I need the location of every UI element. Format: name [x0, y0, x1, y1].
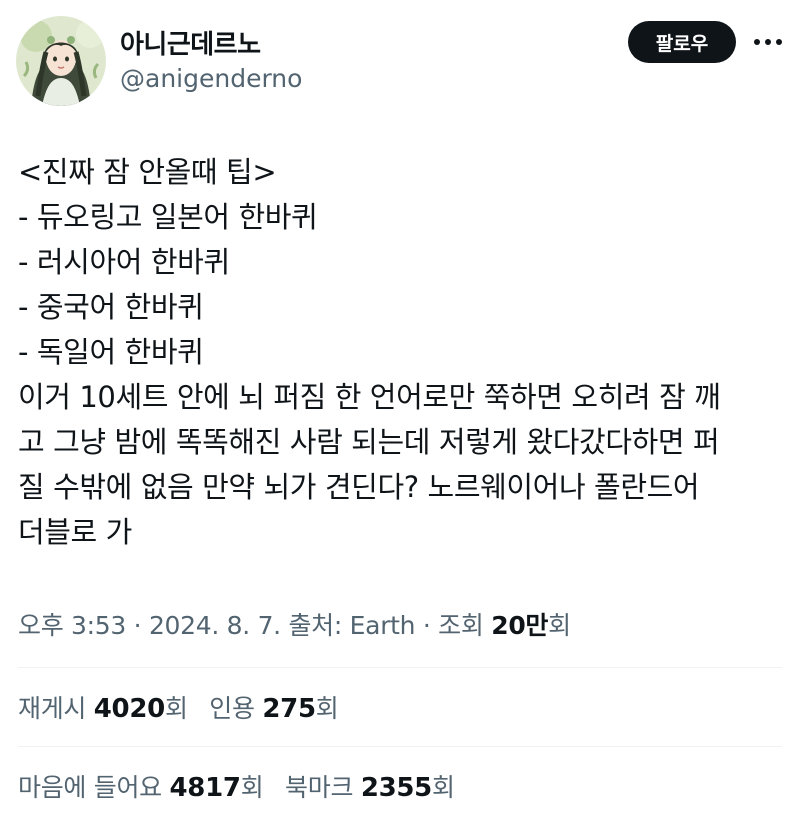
follow-button[interactable]: 팔로우 [628, 21, 736, 63]
bookmarks-suffix: 회 [431, 773, 455, 802]
meta-separator: · [126, 611, 149, 640]
author-display-name[interactable]: 아니근데르노 [120, 24, 261, 61]
views-label: 조회 [438, 611, 484, 640]
likes-suffix: 회 [240, 773, 264, 802]
views-suffix: 회 [548, 611, 571, 640]
bookmarks-label: 북마크 [285, 773, 354, 802]
quotes-count: 275 [262, 694, 316, 724]
bookmarks-stat[interactable]: 북마크 2355회 [285, 768, 455, 804]
tweet-header: 아니근데르노 @anigenderno 팔로우 [0, 0, 800, 110]
likes-label: 마음에 들어요 [18, 773, 162, 802]
more-options-button[interactable] [748, 22, 788, 62]
reposts-label: 재게시 [18, 694, 87, 723]
avatar[interactable] [16, 16, 106, 106]
quotes-label: 인용 [209, 694, 255, 723]
tweet-meta: 오후 3:53 · 2024. 8. 7. 출처: Earth · 조회 20만… [18, 606, 788, 642]
meta-separator: · [415, 611, 439, 640]
tweet-line: 고 그냥 밤에 똑똑해진 사람 되는데 저렇게 왔다갔다하면 퍼 [18, 425, 720, 459]
likes-count: 4817 [169, 773, 241, 803]
tweet-line: - 독일어 한바퀴 [18, 335, 204, 369]
tweet-line: - 중국어 한바퀴 [18, 290, 204, 324]
tweet-line: 더블로 가 [18, 515, 132, 549]
tweet-source: Earth [349, 611, 416, 640]
engagement-row-bottom: 마음에 들어요 4817회 북마크 2355회 [18, 768, 788, 804]
tweet-text: <진짜 잠 안올때 팁> - 듀오링고 일본어 한바퀴 - 러시아어 한바퀴 -… [18, 150, 788, 555]
likes-stat[interactable]: 마음에 들어요 4817회 [18, 768, 264, 804]
bookmarks-count: 2355 [360, 773, 432, 803]
tweet-line: 이거 10세트 안에 뇌 퍼짐 한 언어로만 쭉하면 오히려 잠 깨 [18, 380, 721, 414]
reposts-count: 4020 [93, 694, 165, 724]
reposts-stat[interactable]: 재게시 4020회 [18, 689, 188, 725]
author-handle[interactable]: @anigenderno [120, 64, 302, 93]
more-horizontal-icon [754, 39, 782, 45]
source-label: 출처: [288, 611, 343, 640]
tweet-line: - 러시아어 한바퀴 [18, 245, 230, 279]
views-count: 20만 [491, 611, 549, 640]
divider [18, 667, 782, 668]
engagement-row-top: 재게시 4020회 인용 275회 [18, 689, 788, 725]
reposts-suffix: 회 [164, 694, 188, 723]
tweet-line: 질 수밖에 없음 만약 뇌가 견딘다? 노르웨이어나 폴란드어 [18, 470, 700, 504]
divider [18, 746, 782, 747]
quotes-suffix: 회 [315, 694, 339, 723]
tweet-line: <진짜 잠 안올때 팁> [18, 155, 277, 189]
anime-girl-portrait-icon [16, 16, 106, 106]
quotes-stat[interactable]: 인용 275회 [209, 689, 338, 725]
tweet-line: - 듀오링고 일본어 한바퀴 [18, 200, 318, 234]
tweet-date[interactable]: 2024. 8. 7. [149, 611, 281, 640]
tweet-time[interactable]: 오후 3:53 [18, 611, 126, 640]
